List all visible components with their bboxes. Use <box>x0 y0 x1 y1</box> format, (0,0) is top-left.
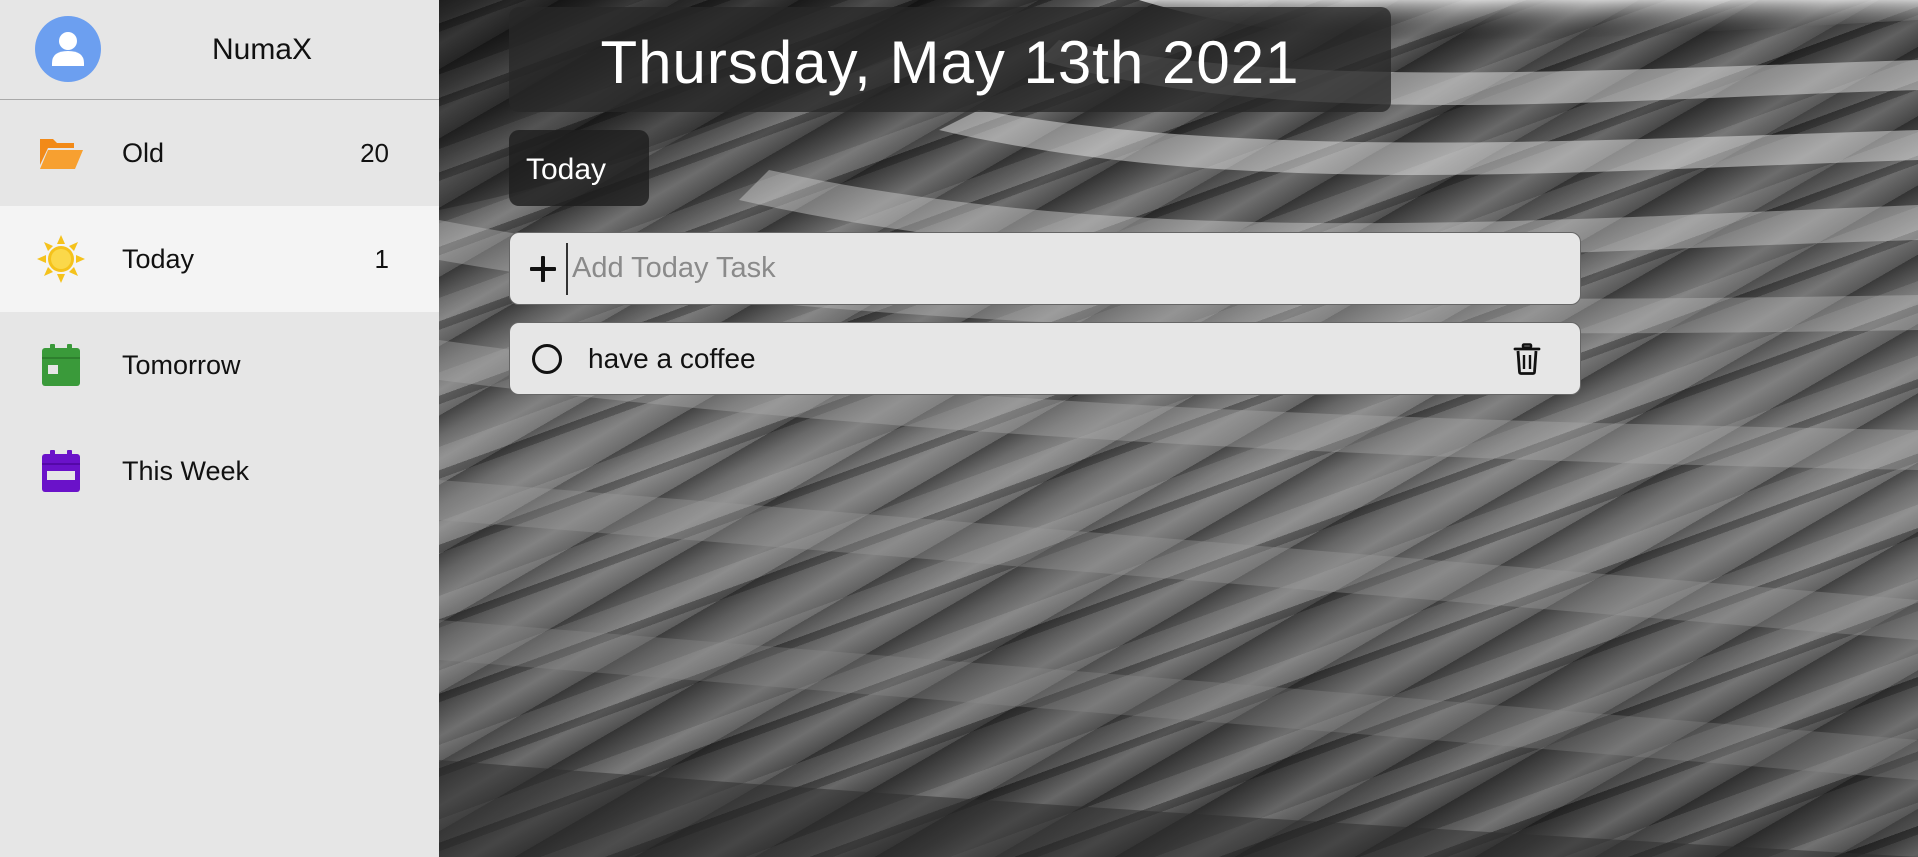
profile-header: NumaX <box>0 0 439 100</box>
calendar-icon <box>36 340 86 390</box>
sidebar-item-old[interactable]: Old 20 <box>0 100 439 206</box>
current-date: Thursday, May 13th 2021 <box>509 7 1391 112</box>
folder-open-icon <box>36 128 86 178</box>
sidebar-item-label: Old <box>122 137 165 168</box>
sidebar: NumaX Old 20 Today 1 Tomorrow This Week <box>0 0 439 857</box>
trash-icon[interactable] <box>1512 342 1542 375</box>
username: NumaX <box>211 33 313 66</box>
task-text: have a coffee <box>588 342 756 374</box>
background-image <box>439 0 1918 857</box>
add-task-bar <box>509 232 1581 305</box>
sidebar-item-count: 20 <box>360 137 389 168</box>
sun-icon <box>36 234 86 284</box>
main-content: Thursday, May 13th 2021 Today have a cof… <box>439 0 1918 857</box>
list-title: Today <box>509 130 649 206</box>
sidebar-item-tomorrow[interactable]: Tomorrow <box>0 312 439 418</box>
sidebar-item-this-week[interactable]: This Week <box>0 418 439 524</box>
task-complete-checkbox[interactable] <box>532 343 562 374</box>
add-task-input[interactable] <box>566 242 1580 295</box>
sidebar-item-label: Tomorrow <box>122 349 241 380</box>
calendar-week-icon <box>36 446 86 496</box>
sidebar-item-count: 1 <box>374 243 389 274</box>
plus-icon[interactable] <box>528 254 558 284</box>
sidebar-item-label: Today <box>122 243 195 274</box>
sidebar-item-label: This Week <box>122 455 250 486</box>
sidebar-item-today[interactable]: Today 1 <box>0 206 439 312</box>
task-item: have a coffee <box>509 322 1581 395</box>
